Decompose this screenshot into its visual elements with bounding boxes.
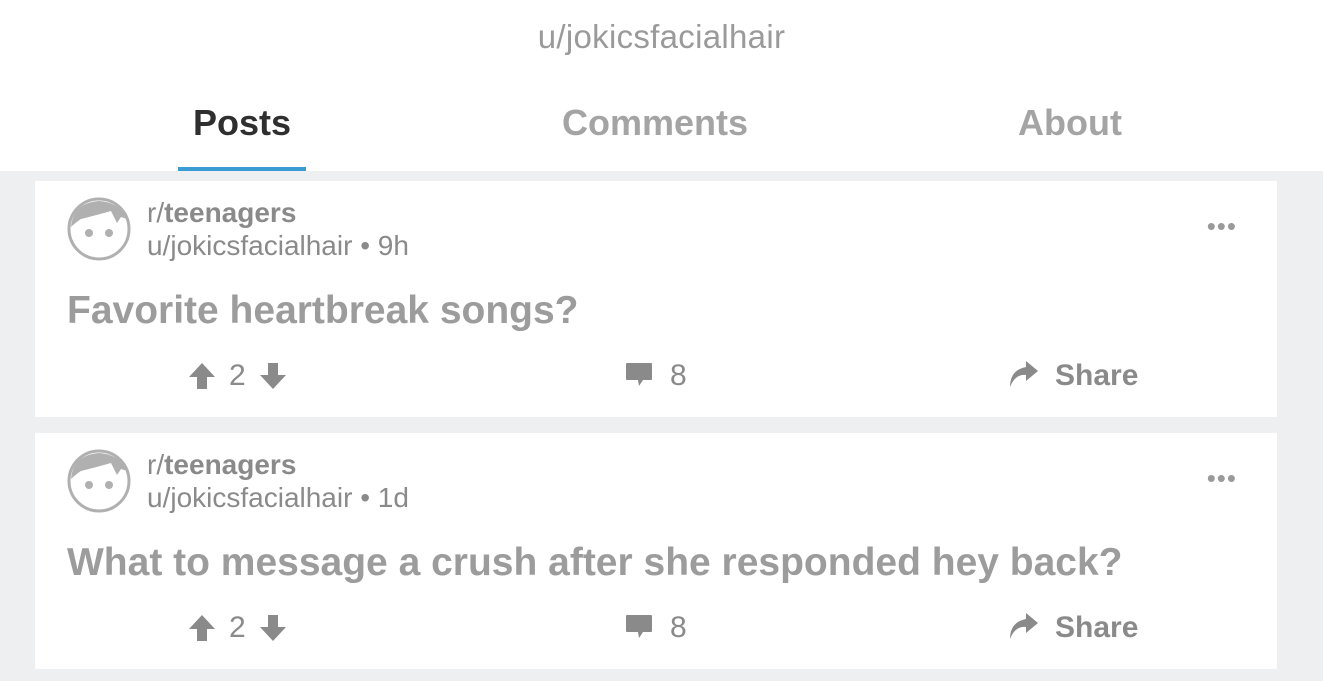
vote-controls: 2 [187, 356, 288, 396]
tab-posts[interactable]: Posts [178, 102, 306, 171]
vote-score: 2 [229, 611, 246, 644]
post-title[interactable]: What to message a crush after she respon… [67, 541, 1123, 585]
share-button[interactable]: Share [1007, 356, 1138, 396]
vote-controls: 2 [187, 608, 288, 648]
post-actions: 2 8 Share [35, 608, 1277, 648]
vote-score: 2 [229, 359, 246, 392]
subreddit-name: teenagers [164, 449, 297, 480]
author-link[interactable]: u/jokicsfacialhair [147, 230, 352, 261]
downvote-icon[interactable] [258, 613, 288, 643]
share-icon [1007, 358, 1039, 395]
page-title: u/jokicsfacialhair [537, 18, 786, 55]
subreddit-link[interactable]: r/teenagers [147, 197, 296, 229]
subreddit-prefix: r/ [147, 449, 165, 480]
avatar-icon[interactable] [67, 197, 131, 261]
comment-icon [624, 611, 654, 646]
more-options-icon[interactable]: ••• [1207, 211, 1237, 242]
post-card[interactable]: r/teenagers u/jokicsfacialhair • 1d ••• … [35, 433, 1277, 669]
tab-bar: Posts Comments About [0, 102, 1323, 171]
downvote-icon[interactable] [258, 361, 288, 391]
post-meta: u/jokicsfacialhair • 9h [147, 230, 409, 262]
share-button[interactable]: Share [1007, 608, 1138, 648]
post-actions: 2 8 Share [35, 356, 1277, 396]
active-tab-indicator [178, 167, 306, 171]
comments-button[interactable]: 8 [624, 356, 687, 396]
profile-header: u/jokicsfacialhair Posts Comments About [0, 0, 1323, 171]
more-options-icon[interactable]: ••• [1207, 463, 1237, 494]
post-age: • 9h [352, 230, 409, 261]
subreddit-prefix: r/ [147, 197, 165, 228]
tab-comments[interactable]: Comments [540, 102, 770, 171]
comment-count: 8 [670, 359, 687, 392]
post-card[interactable]: r/teenagers u/jokicsfacialhair • 9h ••• … [35, 181, 1277, 417]
share-icon [1007, 610, 1039, 647]
share-label: Share [1055, 611, 1139, 644]
author-link[interactable]: u/jokicsfacialhair [147, 482, 352, 513]
tab-about[interactable]: About [990, 102, 1150, 171]
share-label: Share [1055, 359, 1139, 392]
post-title[interactable]: Favorite heartbreak songs? [67, 289, 579, 333]
upvote-icon[interactable] [187, 613, 217, 643]
subreddit-link[interactable]: r/teenagers [147, 449, 296, 481]
comment-count: 8 [670, 611, 687, 644]
post-meta: u/jokicsfacialhair • 1d [147, 482, 409, 514]
avatar-icon[interactable] [67, 449, 131, 513]
upvote-icon[interactable] [187, 361, 217, 391]
post-age: • 1d [352, 482, 409, 513]
subreddit-name: teenagers [164, 197, 297, 228]
comment-icon [624, 359, 654, 394]
comments-button[interactable]: 8 [624, 608, 687, 648]
